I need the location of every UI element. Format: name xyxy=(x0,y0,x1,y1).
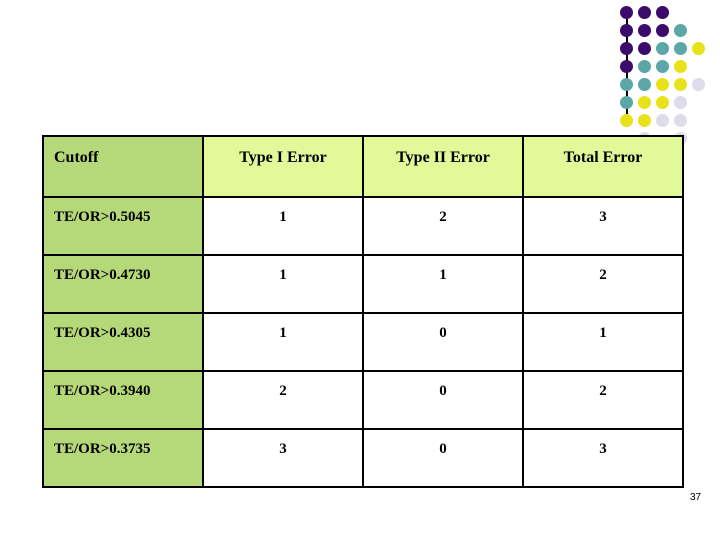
cell-type-ii-error-value: 0 xyxy=(439,325,447,341)
decor-dot xyxy=(638,6,651,19)
decor-dot xyxy=(674,96,687,109)
column-header-type-i-error-label: Type I Error xyxy=(239,149,327,166)
decor-dot xyxy=(620,96,633,109)
cell-type-i-error: 1 xyxy=(202,312,364,372)
decor-dot xyxy=(620,114,633,127)
cell-cutoff-value: TE/OR>0.5045 xyxy=(54,209,151,225)
cell-type-ii-error-value: 0 xyxy=(439,441,447,457)
cell-cutoff: TE/OR>0.3735 xyxy=(42,428,204,488)
cell-total-error-value: 3 xyxy=(599,209,607,225)
cell-total-error-value: 1 xyxy=(599,325,607,341)
decor-dot xyxy=(674,24,687,37)
decor-dot xyxy=(638,42,651,55)
cutoff-error-table: Cutoff Type I Error Type II Error Total … xyxy=(42,135,684,488)
cell-cutoff-value: TE/OR>0.4305 xyxy=(54,325,151,341)
decor-dot xyxy=(638,114,651,127)
decor-dot xyxy=(638,96,651,109)
cell-type-ii-error-value: 2 xyxy=(439,209,447,225)
cell-cutoff: TE/OR>0.5045 xyxy=(42,196,204,256)
table-row: TE/OR>0.3735 3 0 3 xyxy=(42,428,684,488)
cell-type-ii-error-value: 1 xyxy=(439,267,447,283)
cell-type-ii-error: 1 xyxy=(362,254,524,314)
decor-dot xyxy=(674,42,687,55)
column-header-cutoff-label: Cutoff xyxy=(54,149,99,166)
decor-dot xyxy=(638,60,651,73)
cell-type-ii-error-value: 0 xyxy=(439,383,447,399)
cell-total-error: 2 xyxy=(522,370,684,430)
cell-type-ii-error: 0 xyxy=(362,428,524,488)
decor-dot xyxy=(692,78,705,91)
cell-type-ii-error: 0 xyxy=(362,370,524,430)
table-row: TE/OR>0.4730 1 1 2 xyxy=(42,254,684,314)
table-body: TE/OR>0.5045 1 2 3 TE/OR>0.4730 1 1 2 TE/OR>0.43… xyxy=(42,196,684,488)
cell-cutoff: TE/OR>0.4305 xyxy=(42,312,204,372)
cell-cutoff: TE/OR>0.4730 xyxy=(42,254,204,314)
decor-dot xyxy=(692,42,705,55)
decor-dot xyxy=(674,60,687,73)
decor-dot xyxy=(620,60,633,73)
column-header-type-ii-error: Type II Error xyxy=(362,135,524,198)
decor-dot xyxy=(620,78,633,91)
page-number: 37 xyxy=(690,492,702,503)
corner-dot-motif xyxy=(612,0,720,145)
cell-cutoff-value: TE/OR>0.3940 xyxy=(54,383,151,399)
cell-type-i-error-value: 1 xyxy=(279,209,287,225)
cell-cutoff-value: TE/OR>0.4730 xyxy=(54,267,151,283)
cell-cutoff-value: TE/OR>0.3735 xyxy=(54,441,151,457)
cell-type-i-error: 1 xyxy=(202,196,364,256)
cell-total-error-value: 2 xyxy=(599,383,607,399)
column-header-total-error-label: Total Error xyxy=(563,149,643,166)
decor-dot xyxy=(656,24,669,37)
column-header-type-ii-error-label: Type II Error xyxy=(396,149,490,166)
decor-dot xyxy=(656,6,669,19)
column-header-type-i-error: Type I Error xyxy=(202,135,364,198)
table-row: TE/OR>0.5045 1 2 3 xyxy=(42,196,684,256)
decor-dot xyxy=(656,78,669,91)
cell-total-error: 3 xyxy=(522,196,684,256)
table-row: TE/OR>0.3940 2 0 2 xyxy=(42,370,684,430)
cell-total-error-value: 2 xyxy=(599,267,607,283)
decor-dot xyxy=(620,42,633,55)
cell-type-i-error-value: 1 xyxy=(279,267,287,283)
decor-dot xyxy=(656,60,669,73)
table-header: Cutoff Type I Error Type II Error Total … xyxy=(42,135,684,198)
decor-dot xyxy=(656,114,669,127)
decor-dot xyxy=(620,6,633,19)
cell-type-i-error: 1 xyxy=(202,254,364,314)
column-header-cutoff: Cutoff xyxy=(42,135,204,198)
cell-type-i-error: 3 xyxy=(202,428,364,488)
decor-dot xyxy=(638,78,651,91)
decor-dot xyxy=(656,42,669,55)
cell-type-i-error: 2 xyxy=(202,370,364,430)
column-header-total-error: Total Error xyxy=(522,135,684,198)
decor-dot xyxy=(620,24,633,37)
cell-cutoff: TE/OR>0.3940 xyxy=(42,370,204,430)
cell-type-i-error-value: 1 xyxy=(279,325,287,341)
table-row: TE/OR>0.4305 1 0 1 xyxy=(42,312,684,372)
cell-type-ii-error: 0 xyxy=(362,312,524,372)
header-row: Cutoff Type I Error Type II Error Total … xyxy=(42,135,684,198)
decor-dot xyxy=(674,78,687,91)
cell-total-error-value: 3 xyxy=(599,441,607,457)
cell-total-error: 1 xyxy=(522,312,684,372)
decor-dot xyxy=(674,114,687,127)
cell-total-error: 2 xyxy=(522,254,684,314)
cell-total-error: 3 xyxy=(522,428,684,488)
cell-type-ii-error: 2 xyxy=(362,196,524,256)
decor-dot xyxy=(638,24,651,37)
cell-type-i-error-value: 3 xyxy=(279,441,287,457)
decor-dot xyxy=(656,96,669,109)
cell-type-i-error-value: 2 xyxy=(279,383,287,399)
